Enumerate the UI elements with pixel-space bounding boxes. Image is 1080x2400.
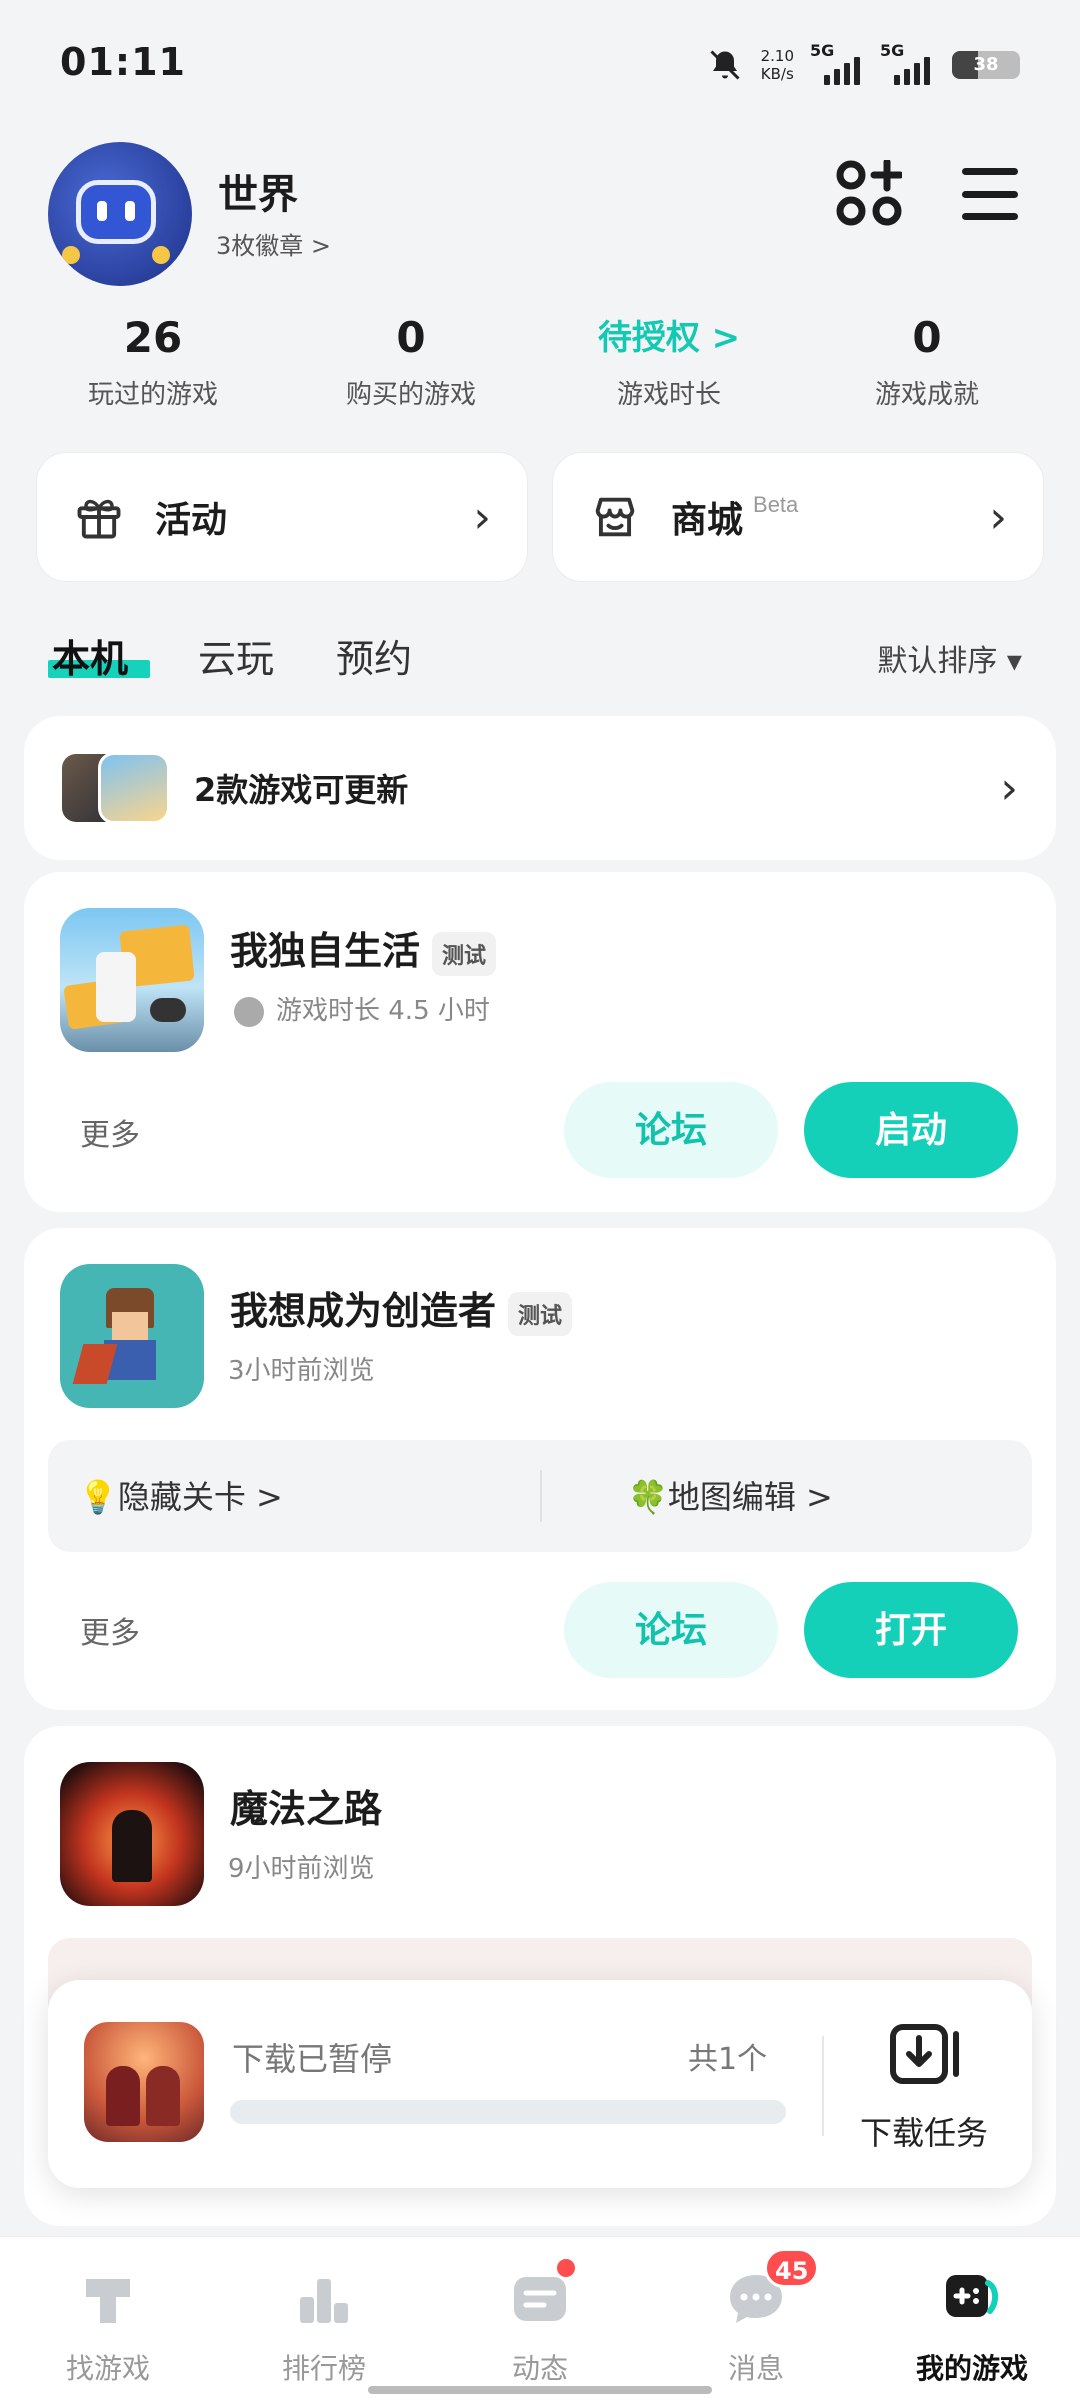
download-game-icon bbox=[84, 2022, 204, 2142]
game-title[interactable]: 我独自生活 测试 bbox=[230, 920, 497, 976]
activity-label: 活动 bbox=[155, 500, 228, 541]
nav-ranking[interactable]: 排行榜 bbox=[216, 2237, 432, 2400]
feed-notification-dot bbox=[554, 2256, 578, 2280]
download-status: 下载已暂停 bbox=[232, 2040, 393, 2078]
signal-icon: 5G bbox=[810, 41, 864, 85]
last-viewed: 9小时前浏览 bbox=[228, 1854, 375, 1884]
badges-link[interactable]: 3枚徽章 > bbox=[216, 226, 331, 261]
stat-achievements[interactable]: 0 游戏成就 bbox=[812, 310, 1042, 411]
update-game-icons bbox=[62, 752, 172, 824]
mute-bell-icon bbox=[710, 50, 740, 80]
chevron-right-icon: › bbox=[989, 491, 1007, 543]
message-count-badge: 45 bbox=[764, 2248, 820, 2288]
stat-played[interactable]: 26 玩过的游戏 bbox=[38, 310, 268, 411]
chevron-right-icon: › bbox=[1000, 762, 1018, 814]
game-card: 我独自生活 测试 游戏时长 4.5 小时 更多 论坛 启动 bbox=[24, 872, 1056, 1212]
shortcut-bar: 💡隐藏关卡 > 🍀地图编辑 > bbox=[48, 1440, 1032, 1552]
download-panel[interactable]: 下载已暂停 共1个 下载任务 bbox=[48, 1980, 1032, 2188]
shortcut-hidden-levels[interactable]: 💡隐藏关卡 > bbox=[78, 1472, 283, 1518]
battery-icon: 38 bbox=[952, 51, 1020, 79]
tab-local[interactable]: 本机 bbox=[52, 628, 128, 683]
more-button[interactable]: 更多 bbox=[80, 1110, 140, 1154]
nav-my-games[interactable]: 我的游戏 bbox=[864, 2237, 1080, 2400]
chevron-right-icon: › bbox=[473, 491, 491, 543]
game-title[interactable]: 魔法之路 bbox=[230, 1778, 382, 1833]
store-card[interactable]: 商城 Beta › bbox=[552, 452, 1044, 582]
update-text: 2款游戏可更新 bbox=[194, 771, 409, 809]
beta-badge: Beta bbox=[753, 492, 799, 517]
game-icon[interactable] bbox=[60, 1264, 204, 1408]
more-button[interactable]: 更多 bbox=[80, 1608, 140, 1652]
game-card: 我想成为创造者 测试 3小时前浏览 💡隐藏关卡 > 🍀地图编辑 > 更多 论坛 打… bbox=[24, 1228, 1056, 1710]
avatar[interactable] bbox=[48, 142, 192, 286]
nav-messages[interactable]: 消息 bbox=[648, 2237, 864, 2400]
test-tag: 测试 bbox=[432, 931, 497, 976]
download-task-label[interactable]: 下载任务 bbox=[860, 2108, 988, 2154]
nav-feed[interactable]: 动态 bbox=[432, 2237, 648, 2400]
game-title[interactable]: 我想成为创造者 测试 bbox=[230, 1280, 573, 1336]
test-tag: 测试 bbox=[508, 1291, 573, 1336]
timer-icon bbox=[234, 996, 264, 1027]
menu-icon[interactable] bbox=[962, 168, 1018, 220]
open-button[interactable]: 打开 bbox=[804, 1582, 1018, 1678]
signal-icon: 5G bbox=[880, 41, 934, 85]
stat-purchased[interactable]: 0 购买的游戏 bbox=[296, 310, 526, 411]
launch-button[interactable]: 启动 bbox=[804, 1082, 1018, 1178]
store-label: 商城 bbox=[671, 500, 744, 541]
net-speed: 2.10 KB/s bbox=[760, 47, 794, 83]
activity-card[interactable]: 活动 › bbox=[36, 452, 528, 582]
ranking-icon bbox=[300, 2279, 348, 2323]
username[interactable]: 世界 bbox=[218, 162, 298, 220]
shortcut-map-editor[interactable]: 🍀地图编辑 > bbox=[628, 1472, 833, 1518]
bottom-nav: 找游戏 排行榜 动态 消息 我的游戏 bbox=[0, 2236, 1080, 2400]
nav-find-game[interactable]: 找游戏 bbox=[0, 2237, 216, 2400]
download-count: 共1个 bbox=[688, 2042, 768, 2077]
sort-dropdown[interactable]: 默认排序 ▾ bbox=[877, 636, 1022, 680]
download-task-icon[interactable] bbox=[890, 2024, 962, 2084]
home-indicator[interactable] bbox=[368, 2386, 712, 2394]
gift-icon bbox=[77, 499, 121, 539]
playtime: 游戏时长 4.5 小时 bbox=[234, 990, 490, 1027]
forum-button[interactable]: 论坛 bbox=[564, 1582, 778, 1678]
game-icon[interactable] bbox=[60, 1762, 204, 1906]
my-games-icon bbox=[946, 2275, 998, 2317]
game-icon[interactable] bbox=[60, 908, 204, 1052]
download-progress-bar bbox=[230, 2100, 786, 2124]
tab-cloud[interactable]: 云玩 bbox=[198, 628, 274, 683]
stat-playtime[interactable]: 待授权 > 游戏时长 bbox=[554, 310, 784, 411]
status-icons: 2.10 KB/s 5G 5G 38 bbox=[707, 40, 1020, 90]
last-viewed: 3小时前浏览 bbox=[228, 1356, 375, 1386]
tab-reservation[interactable]: 预约 bbox=[336, 628, 412, 683]
status-time: 01:11 bbox=[60, 40, 186, 84]
apps-add-icon[interactable] bbox=[836, 160, 902, 226]
find-game-icon bbox=[86, 2279, 130, 2323]
update-banner[interactable]: 2款游戏可更新 › bbox=[24, 716, 1056, 860]
forum-button[interactable]: 论坛 bbox=[564, 1082, 778, 1178]
store-icon bbox=[595, 497, 635, 537]
